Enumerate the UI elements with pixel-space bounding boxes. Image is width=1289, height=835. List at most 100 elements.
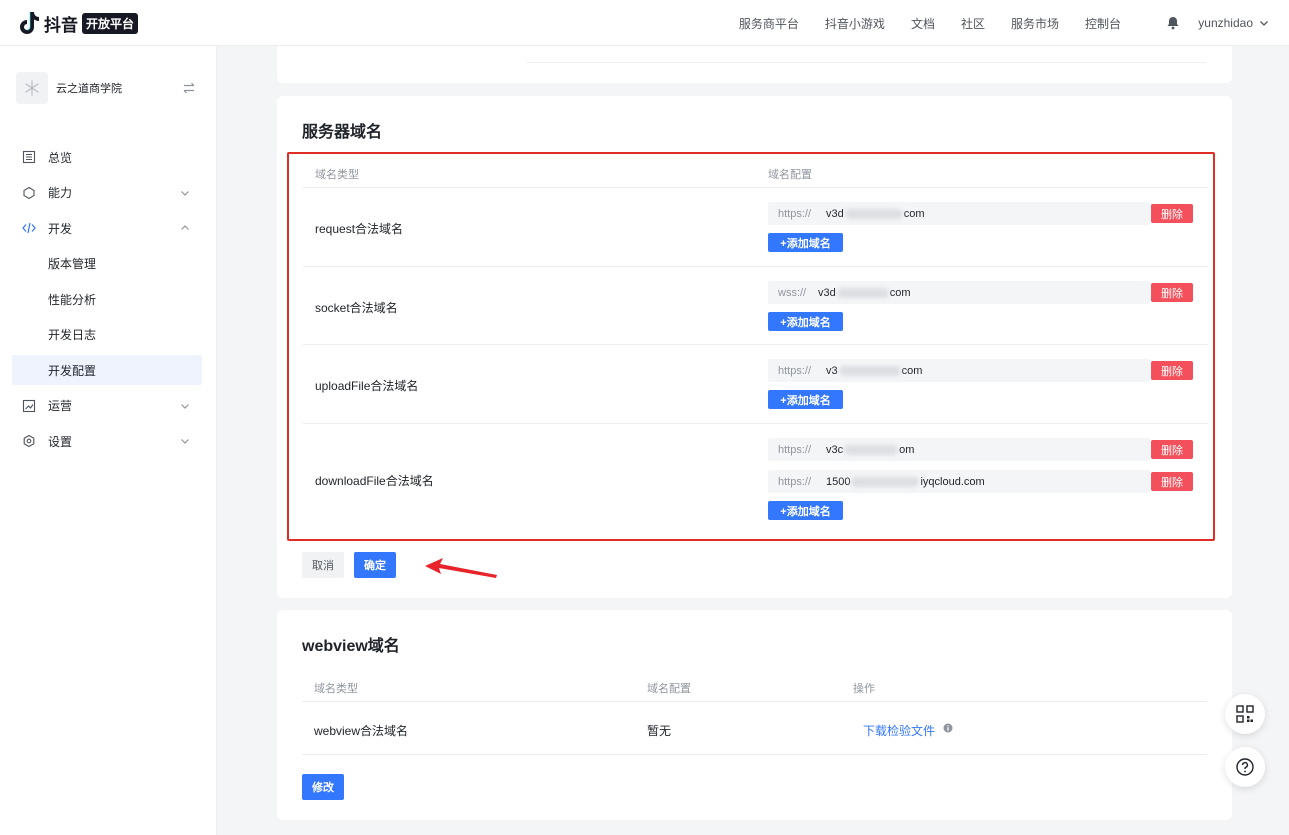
redacted-blur bbox=[838, 365, 901, 376]
sidebar-item-dev-config[interactable]: 开发配置 bbox=[12, 355, 202, 385]
delete-button[interactable]: 删除 bbox=[1151, 204, 1193, 223]
sidebar-item-label: 能力 bbox=[48, 186, 73, 200]
section-title-server-domain: 服务器域名 bbox=[302, 124, 383, 141]
username: yunzhidao bbox=[1198, 16, 1253, 30]
server-domain-card: 服务器域名 域名类型 域名配置 request合法域名 https:// v3d… bbox=[277, 96, 1232, 598]
row-label: socket合法域名 bbox=[315, 301, 398, 315]
sidebar-item-label: 开发 bbox=[48, 221, 73, 236]
help-float-button[interactable] bbox=[1225, 747, 1265, 787]
add-domain-button[interactable]: +添加域名 bbox=[768, 312, 843, 331]
column-header-type: 域名类型 bbox=[315, 169, 359, 181]
domain-value-start: v3 bbox=[826, 364, 838, 377]
chevron-down-icon bbox=[181, 190, 189, 196]
table-header: 域名类型 域名配置 bbox=[303, 158, 1208, 188]
table-row-socket: socket合法域名 wss:// v3d com 删除 +添加域名 bbox=[303, 267, 1208, 345]
domain-value-start: v3d bbox=[826, 207, 844, 220]
domain-input[interactable]: wss:// v3d com bbox=[768, 281, 1150, 304]
table-header: 域名类型 域名配置 操作 bbox=[302, 672, 1207, 702]
app-selector[interactable]: 云之道商学院 bbox=[16, 72, 202, 104]
sidebar-item-label: 开发配置 bbox=[48, 363, 97, 378]
qrcode-icon bbox=[1236, 705, 1254, 723]
logo-badge: 开放平台 bbox=[82, 12, 139, 34]
row-value: 暂无 bbox=[647, 724, 672, 738]
table-row-webview: webview合法域名 暂无 下载检验文件 bbox=[302, 702, 1207, 755]
domain-value: v3c om bbox=[826, 444, 914, 456]
delete-button[interactable]: 删除 bbox=[1151, 472, 1193, 491]
code-icon bbox=[22, 222, 36, 234]
qrcode-float-button[interactable] bbox=[1225, 694, 1265, 734]
column-header-config: 域名配置 bbox=[768, 169, 812, 181]
domain-input[interactable]: https:// v3 com bbox=[768, 359, 1150, 382]
domain-input[interactable]: https:// 1500 iyqcloud.com bbox=[768, 470, 1150, 493]
download-verification-file-link[interactable]: 下载检验文件 bbox=[863, 722, 935, 739]
domain-value-end: om bbox=[899, 443, 915, 456]
sidebar-item-label: 设置 bbox=[48, 434, 73, 449]
chevron-down-icon bbox=[1260, 21, 1268, 26]
domain-value: v3d com bbox=[818, 287, 911, 299]
sidebar-item-settings[interactable]: 设置 bbox=[12, 426, 202, 456]
domain-value-start: v3c bbox=[826, 443, 844, 456]
sidebar-item-label: 开发日志 bbox=[48, 328, 97, 342]
douyin-note-icon bbox=[20, 12, 39, 34]
domain-value-end: com bbox=[901, 364, 923, 377]
sidebar-item-performance[interactable]: 性能分析 bbox=[12, 284, 202, 314]
nav-service-provider[interactable]: 服务商平台 bbox=[739, 15, 799, 32]
sidebar: 云之道商学院 总览 能力 开发 版本管理 性能分析 开发日志 开发配置 运营 设… bbox=[0, 46, 217, 835]
nav-console[interactable]: 控制台 bbox=[1085, 15, 1121, 32]
chevron-down-icon bbox=[181, 403, 189, 409]
redacted-blur bbox=[836, 287, 889, 298]
add-domain-button[interactable]: +添加域名 bbox=[768, 390, 843, 409]
previous-section-card bbox=[277, 46, 1232, 83]
redacted-blur bbox=[844, 444, 899, 455]
switch-app-icon[interactable] bbox=[182, 81, 196, 95]
nav-service-market[interactable]: 服务市场 bbox=[1011, 15, 1059, 32]
sidebar-item-dev-log[interactable]: 开发日志 bbox=[12, 320, 202, 350]
delete-button[interactable]: 删除 bbox=[1151, 361, 1193, 380]
nav-mini-games[interactable]: 抖音小游戏 bbox=[825, 15, 885, 32]
delete-button[interactable]: 删除 bbox=[1151, 283, 1193, 302]
app-avatar bbox=[16, 72, 48, 104]
row-label: uploadFile合法域名 bbox=[315, 379, 419, 393]
domain-input[interactable]: https:// v3d com bbox=[768, 202, 1150, 225]
capability-icon bbox=[23, 186, 35, 199]
asterisk-logo-icon bbox=[25, 80, 39, 96]
annotation-arrow-icon bbox=[425, 558, 497, 578]
question-icon bbox=[1236, 758, 1254, 776]
redacted-blur bbox=[851, 476, 920, 487]
domain-prefix: https:// bbox=[778, 364, 812, 377]
confirm-button[interactable]: 确定 bbox=[354, 552, 396, 578]
delete-button[interactable]: 删除 bbox=[1151, 440, 1193, 459]
sidebar-item-label: 性能分析 bbox=[48, 292, 97, 307]
section-title-webview-domain: webview域名 bbox=[302, 638, 400, 655]
sidebar-item-overview[interactable]: 总览 bbox=[12, 142, 202, 172]
chart-icon bbox=[22, 399, 36, 412]
sidebar-item-label: 总览 bbox=[48, 150, 73, 165]
domain-value-end: com bbox=[903, 207, 925, 220]
domain-value-start: 1500 bbox=[826, 475, 851, 488]
top-nav-links: 服务商平台 抖音小游戏 文档 社区 服务市场 控制台 bbox=[713, 0, 1121, 46]
domain-value: 1500 iyqcloud.com bbox=[826, 476, 985, 488]
column-header-type: 域名类型 bbox=[314, 683, 358, 695]
douyin-logo[interactable]: 抖音 开放平台 bbox=[18, 9, 139, 37]
cancel-button[interactable]: 取消 bbox=[302, 552, 344, 578]
sidebar-item-capability[interactable]: 能力 bbox=[12, 178, 202, 208]
bell-icon[interactable] bbox=[1166, 16, 1180, 30]
sidebar-item-version-management[interactable]: 版本管理 bbox=[12, 249, 202, 279]
edit-button[interactable]: 修改 bbox=[302, 774, 344, 800]
add-domain-button[interactable]: +添加域名 bbox=[768, 501, 843, 520]
nav-community[interactable]: 社区 bbox=[961, 15, 985, 32]
sidebar-item-label: 版本管理 bbox=[48, 257, 97, 271]
add-domain-button[interactable]: +添加域名 bbox=[768, 233, 843, 252]
domain-value-start: v3d bbox=[818, 286, 836, 299]
sidebar-item-develop[interactable]: 开发 bbox=[12, 213, 202, 243]
domain-input[interactable]: https:// v3com bbox=[768, 438, 1150, 461]
chevron-down-icon bbox=[181, 439, 189, 444]
redacted-blur bbox=[844, 208, 903, 219]
info-icon[interactable] bbox=[943, 723, 953, 733]
user-menu[interactable]: yunzhidao bbox=[1166, 0, 1269, 46]
chevron-up-icon bbox=[181, 225, 189, 230]
table-row-request: request合法域名 https:// v3d com 删除 +添加域名 bbox=[303, 188, 1208, 267]
domain-value-end: iyqcloud.com bbox=[920, 475, 985, 488]
sidebar-item-operation[interactable]: 运营 bbox=[12, 391, 202, 421]
nav-docs[interactable]: 文档 bbox=[911, 15, 935, 32]
